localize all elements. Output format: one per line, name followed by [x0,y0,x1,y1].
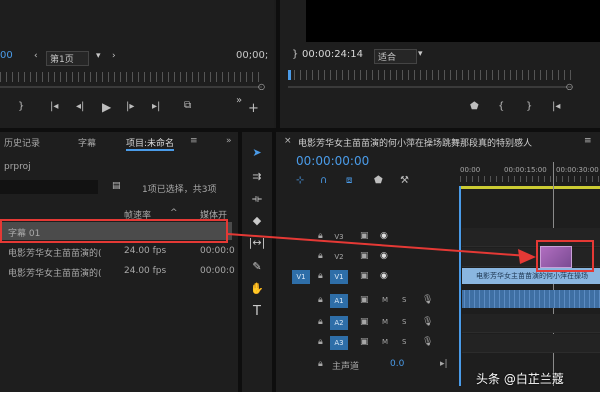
premiere-window: 00 ‹ 第1页 ▾ › 00;00; ○ } |◂ ◂| ▶ |▸ ▸| ⧉ … [0,0,600,392]
annotation-arrow [227,233,536,264]
watermark: 头条 @白芷兰蔻 [476,370,600,388]
watermark-text: 头条 @白芷兰蔻 [476,372,564,386]
